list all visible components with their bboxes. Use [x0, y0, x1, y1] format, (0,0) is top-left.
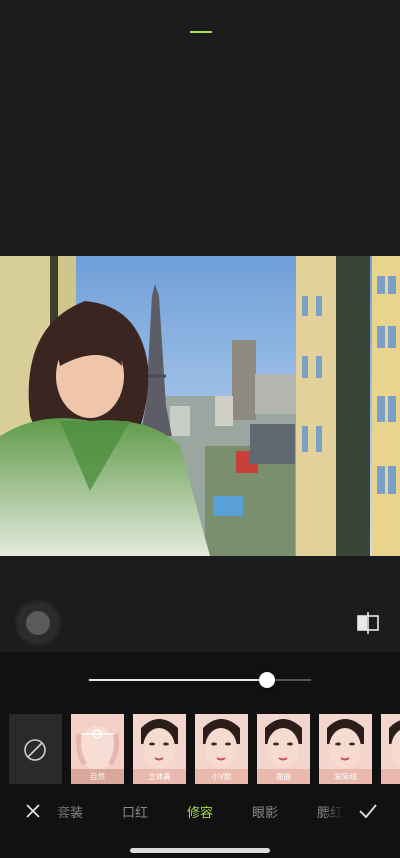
tab-eyeshadow[interactable]: 眼影 — [252, 802, 278, 821]
preset-label: 发际线 — [319, 769, 372, 784]
preset-label: 面曲 — [257, 769, 310, 784]
intensity-slider-fill — [89, 679, 267, 681]
close-button[interactable] — [24, 802, 42, 820]
checkmark-icon — [359, 804, 377, 819]
preset-nose[interactable]: 立体鼻 — [133, 714, 186, 784]
face-preview-icon — [381, 714, 400, 769]
active-tab-indicator — [190, 31, 212, 33]
no-effect-button[interactable] — [9, 714, 62, 784]
preset-label: 立体鼻 — [133, 769, 186, 784]
tab-fade-right — [322, 796, 348, 826]
tab-lipstick[interactable]: 口红 — [122, 802, 148, 821]
face-preview-icon — [133, 714, 186, 769]
effect-toggle-button[interactable] — [18, 603, 58, 643]
no-effect-icon — [24, 739, 46, 761]
preset-face-curve[interactable]: 面曲 — [257, 714, 310, 784]
face-preview-icon — [195, 714, 248, 769]
preset-strip[interactable]: 自然 立体鼻 小V脸 面曲 发际线 — [0, 714, 400, 784]
face-preview-icon — [71, 714, 124, 769]
photo-preview[interactable] — [0, 256, 400, 556]
preset-natural[interactable]: 自然 — [71, 714, 124, 784]
tab-contour[interactable]: 修容 — [187, 802, 213, 821]
preset-narrow[interactable]: 窄 — [381, 714, 400, 784]
confirm-button[interactable] — [358, 802, 378, 820]
preset-label: 小V脸 — [195, 769, 248, 784]
preset-hairline[interactable]: 发际线 — [319, 714, 372, 784]
compare-icon[interactable] — [356, 612, 380, 634]
face-preview-icon — [319, 714, 372, 769]
tab-fade-left — [44, 796, 70, 826]
home-indicator — [130, 848, 270, 853]
close-icon — [26, 804, 40, 818]
intensity-slider-thumb[interactable] — [258, 672, 275, 688]
preset-v-face[interactable]: 小V脸 — [195, 714, 248, 784]
face-preview-icon — [257, 714, 310, 769]
preset-label: 窄 — [381, 769, 400, 784]
toggle-dot-icon — [26, 611, 50, 635]
preset-label: 自然 — [71, 769, 124, 784]
